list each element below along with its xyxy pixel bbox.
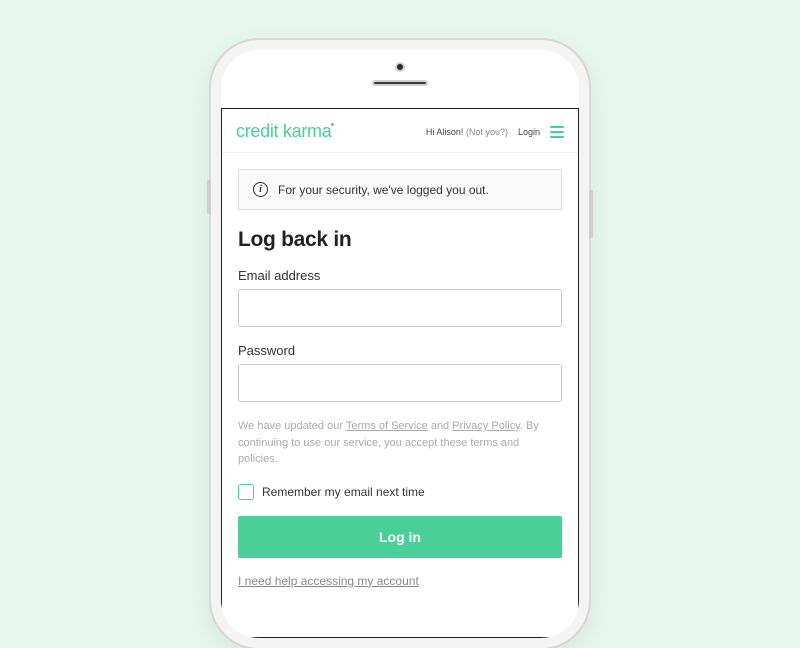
phone-bezel: credit karma Hi Alison! (Not you?) Login… [221,50,579,638]
logo[interactable]: credit karma [236,121,331,142]
legal-text: We have updated our Terms of Service and… [238,418,562,468]
hamburger-icon[interactable] [550,126,564,138]
greeting: Hi Alison! [426,127,464,137]
privacy-policy-link[interactable]: Privacy Policy [452,420,520,432]
help-link[interactable]: I need help accessing my account [238,574,419,588]
notice-text: For your security, we've logged you out. [278,183,489,197]
info-icon: i [253,182,268,197]
terms-of-service-link[interactable]: Terms of Service [346,420,428,432]
screen: credit karma Hi Alison! (Not you?) Login… [221,108,579,638]
phone-speaker [372,80,428,86]
page-heading: Log back in [238,228,562,252]
content: i For your security, we've logged you ou… [222,153,578,590]
remember-checkbox[interactable] [238,484,254,500]
phone-side-button-right [589,190,593,238]
phone-camera [395,62,405,72]
legal-mid: and [428,420,452,432]
email-label: Email address [238,268,562,283]
logout-notice: i For your security, we've logged you ou… [238,169,562,210]
greeting-text: Hi Alison! (Not you?) [426,127,508,137]
login-link[interactable]: Login [518,127,540,137]
topbar: credit karma Hi Alison! (Not you?) Login [222,109,578,153]
not-you-link[interactable]: (Not you?) [466,127,508,137]
phone-frame: credit karma Hi Alison! (Not you?) Login… [211,40,589,648]
phone-side-button-left [207,180,211,214]
legal-prefix: We have updated our [238,420,346,432]
phone-top-hardware [211,40,589,108]
remember-label: Remember my email next time [262,485,425,499]
remember-row: Remember my email next time [238,484,562,500]
password-input[interactable] [238,364,562,402]
password-label: Password [238,343,562,358]
topbar-right: Hi Alison! (Not you?) Login [426,126,564,138]
login-button[interactable]: Log in [238,516,562,558]
email-input[interactable] [238,289,562,327]
